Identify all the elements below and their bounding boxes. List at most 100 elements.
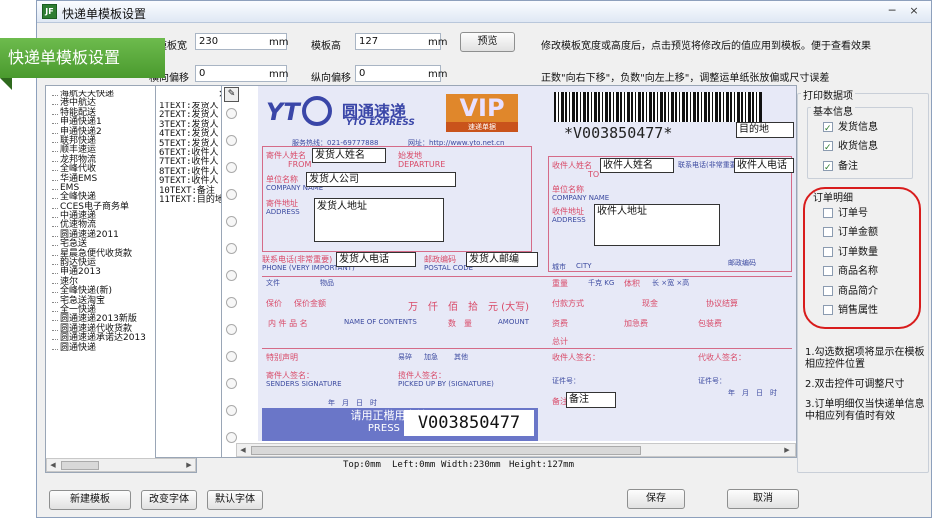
checkbox-label: 收货信息 (838, 141, 878, 153)
checkbox-icon[interactable] (823, 285, 833, 296)
checkbox-icon[interactable] (823, 159, 833, 178)
checkbox-order-0[interactable]: 订单号 (823, 204, 909, 223)
sprocket-hole (226, 243, 237, 254)
status-height: Height:127mm (509, 460, 575, 470)
height-label: 模板高 (311, 41, 341, 52)
checkbox-icon[interactable] (823, 120, 833, 139)
tree-hscrollbar[interactable]: ◀ ▶ (46, 458, 196, 472)
recv-phone-label: 联系电话(非常重要) (678, 161, 740, 169)
checkbox-icon[interactable] (823, 246, 833, 257)
destination-field[interactable]: 目的地 (736, 122, 794, 138)
new-template-button[interactable]: 新建模板 (49, 490, 131, 510)
height-unit: mm (428, 37, 448, 48)
title-bar[interactable]: JF 快递单模板设置 ─ × (37, 1, 931, 23)
checkbox-label: 商品简介 (838, 285, 878, 297)
select-tool-icon[interactable]: ✎ (224, 87, 239, 102)
status-left: Left:0mm (392, 460, 436, 470)
checkbox-order-3[interactable]: 商品名称 (823, 262, 909, 281)
checkbox-basic-0[interactable]: 发货信息 (823, 118, 909, 139)
document-option: 文件 (266, 279, 280, 287)
checkbox-label: 订单金额 (838, 227, 878, 239)
canvas-hscrollbar[interactable]: ◀ ▶ (236, 443, 796, 457)
contents-label: 内 件 品 名 (268, 319, 308, 328)
checkbox-label: 订单号 (838, 208, 868, 219)
sprocket-hole (226, 297, 237, 308)
sprocket-hole (226, 432, 237, 443)
template-settings-window: JF 快递单模板设置 ─ × 模板宽 230 mm 模板高 127 mm 预览 … (36, 0, 932, 518)
checkbox-basic-1[interactable]: 收货信息 (823, 137, 909, 159)
checkbox-order-2[interactable]: 订单数量 (823, 243, 909, 262)
canvas-scroll-right-icon[interactable]: ▶ (781, 444, 793, 456)
default-font-button[interactable]: 默认字体 (207, 490, 263, 510)
size-hint: 修改模板宽度或高度后，点击预览将修改后的值应用到模板。便于查看效果 (541, 41, 871, 52)
section-tag-fold (0, 78, 12, 90)
save-button[interactable]: 保存 (627, 489, 685, 509)
money-units: 万 仟 佰 拾 元 (大写) (408, 302, 529, 313)
checkbox-icon[interactable] (823, 139, 833, 159)
charge-label: 资费 (552, 319, 568, 328)
recv-address-field[interactable]: 收件人地址 (594, 204, 720, 246)
checkbox-icon[interactable] (823, 208, 833, 218)
close-button[interactable]: × (907, 4, 921, 18)
window-title: 快递单模板设置 (62, 7, 147, 21)
template-canvas[interactable]: ✎ YT 圆通速递 YTO EXPRESS VIP 速递单据 *V0038504… (221, 85, 797, 458)
x-offset-unit: mm (269, 69, 289, 80)
help-note: 2.双击控件可调整尺寸 (805, 379, 905, 390)
checkbox-label: 备注 (838, 160, 858, 172)
volume-label: 体积 (624, 279, 640, 288)
sprocket-hole (226, 216, 237, 227)
y-offset-unit: mm (428, 69, 448, 80)
app-icon: JF (42, 4, 57, 19)
sprocket-hole (226, 270, 237, 281)
checkbox-label: 销售属性 (838, 304, 878, 316)
weight-label: 重量 (552, 279, 568, 288)
offset-hint: 正数"向右下移"，负数"向左上移"，调整运单纸张放偏或尺寸误差 (541, 73, 830, 84)
recv-signature-label: 收件人签名： (552, 353, 600, 362)
special-statement: 特别声明 (266, 353, 298, 362)
recv-phone-field[interactable]: 收件人电话 (734, 158, 794, 173)
tree-scroll-thumb[interactable] (61, 461, 99, 470)
minimize-button[interactable]: ─ (885, 4, 899, 18)
cancel-button[interactable]: 取消 (727, 489, 799, 509)
sender-highlight-ring (260, 94, 476, 264)
total-label: 总计 (552, 337, 568, 346)
canvas-scroll-left-icon[interactable]: ◀ (237, 444, 249, 456)
parcel-option: 物品 (320, 279, 334, 287)
bottom-tracking-number: V003850477 (404, 410, 534, 436)
barcode (554, 92, 762, 122)
change-font-button[interactable]: 改变字体 (141, 490, 197, 510)
insurance-label: 保价 (266, 299, 282, 308)
checkbox-order-4[interactable]: 商品简介 (823, 282, 909, 301)
checkbox-icon[interactable] (823, 227, 833, 238)
width-unit: mm (269, 37, 289, 48)
sprocket-hole (226, 405, 237, 416)
checkbox-icon[interactable] (823, 266, 833, 277)
scroll-right-icon[interactable]: ▶ (183, 459, 195, 471)
status-top: Top:0mm (343, 460, 381, 470)
checkbox-label: 发货信息 (838, 122, 878, 133)
order-detail-title: 订单明细 (813, 193, 853, 204)
checkbox-label: 商品名称 (838, 266, 878, 278)
agent-signature-label: 代收人签名： (698, 353, 746, 362)
checkbox-basic-2[interactable]: 备注 (823, 157, 909, 178)
basic-info-title: 基本信息 (811, 103, 855, 118)
sprocket-hole (226, 162, 237, 173)
sender-zip-field[interactable]: 发货人邮编 (466, 252, 538, 267)
checkbox-order-1[interactable]: 订单金额 (823, 223, 909, 242)
recv-name-label: 收件人姓名 (552, 161, 592, 170)
quantity-label: 数 量 (448, 319, 472, 328)
canvas-scroll-thumb[interactable] (251, 446, 641, 455)
y-offset-label: 纵向偏移 (311, 73, 351, 84)
recv-zip-label: 邮政编码 (728, 259, 756, 267)
scroll-left-icon[interactable]: ◀ (47, 459, 59, 471)
print-items-title: 打印数据项 (801, 87, 855, 102)
sprocket-hole (226, 351, 237, 362)
preview-button[interactable]: 预览 (460, 32, 515, 52)
payment-label: 付款方式 (552, 299, 584, 308)
recv-name-field[interactable]: 收件人姓名 (600, 158, 674, 173)
sprocket-hole (226, 324, 237, 335)
checkbox-icon[interactable] (823, 304, 833, 315)
status-width: Width:230mm (441, 460, 501, 470)
checkbox-order-5[interactable]: 销售属性 (823, 301, 909, 320)
remark-field[interactable]: 备注 (566, 392, 616, 408)
